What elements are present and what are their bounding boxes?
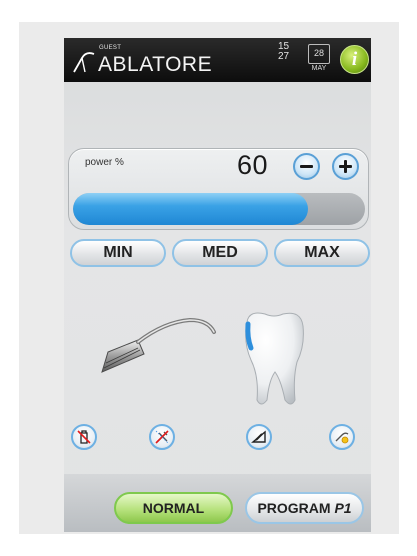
increase-power-button[interactable] <box>332 153 359 180</box>
preset-min-button[interactable]: MIN <box>70 239 166 267</box>
device-screen: GUEST ABLATORE 15 27 28 MAY i power % 60… <box>64 38 371 532</box>
date-month: MAY <box>311 65 327 72</box>
clock: 15 27 <box>278 42 289 62</box>
power-slider[interactable] <box>73 193 365 225</box>
power-level-fill <box>73 193 308 225</box>
angle-edit-icon <box>251 430 266 443</box>
date-day: 28 <box>313 48 324 58</box>
minus-icon <box>300 165 313 168</box>
decrease-power-button[interactable] <box>293 153 320 180</box>
calendar-icon: 28 <box>308 44 330 64</box>
handpiece-light-icon <box>335 432 349 444</box>
mode-normal-button[interactable]: NORMAL <box>114 492 233 524</box>
angle-edit-button[interactable] <box>246 424 272 450</box>
scaler-tip-icon <box>101 317 216 373</box>
power-value: 60 <box>237 150 269 180</box>
mode-program-button[interactable]: PROGRAM P1 <box>245 492 364 524</box>
info-button[interactable]: i <box>340 45 369 74</box>
bottle-crossed-icon <box>77 430 91 444</box>
header-bar: GUEST ABLATORE 15 27 28 MAY i <box>64 38 371 82</box>
power-panel: power % 60 <box>68 148 369 230</box>
tooth-icon <box>245 312 304 405</box>
tools-crossed-button[interactable] <box>149 424 175 450</box>
preset-max-button[interactable]: MAX <box>274 239 370 267</box>
tools-crossed-icon <box>155 430 169 444</box>
handpiece-light-button[interactable] <box>329 424 355 450</box>
program-label: PROGRAM <box>257 500 335 516</box>
user-label: GUEST <box>99 45 122 51</box>
program-value: P1 <box>334 500 352 516</box>
bottle-crossed-button[interactable] <box>71 424 97 450</box>
page-title: ABLATORE <box>98 53 213 76</box>
scaler-logo-icon <box>73 52 95 73</box>
preset-med-button[interactable]: MED <box>172 239 268 267</box>
clock-minute: 27 <box>278 51 290 62</box>
plus-icon-vertical <box>344 160 347 173</box>
power-label: power % <box>85 157 124 168</box>
